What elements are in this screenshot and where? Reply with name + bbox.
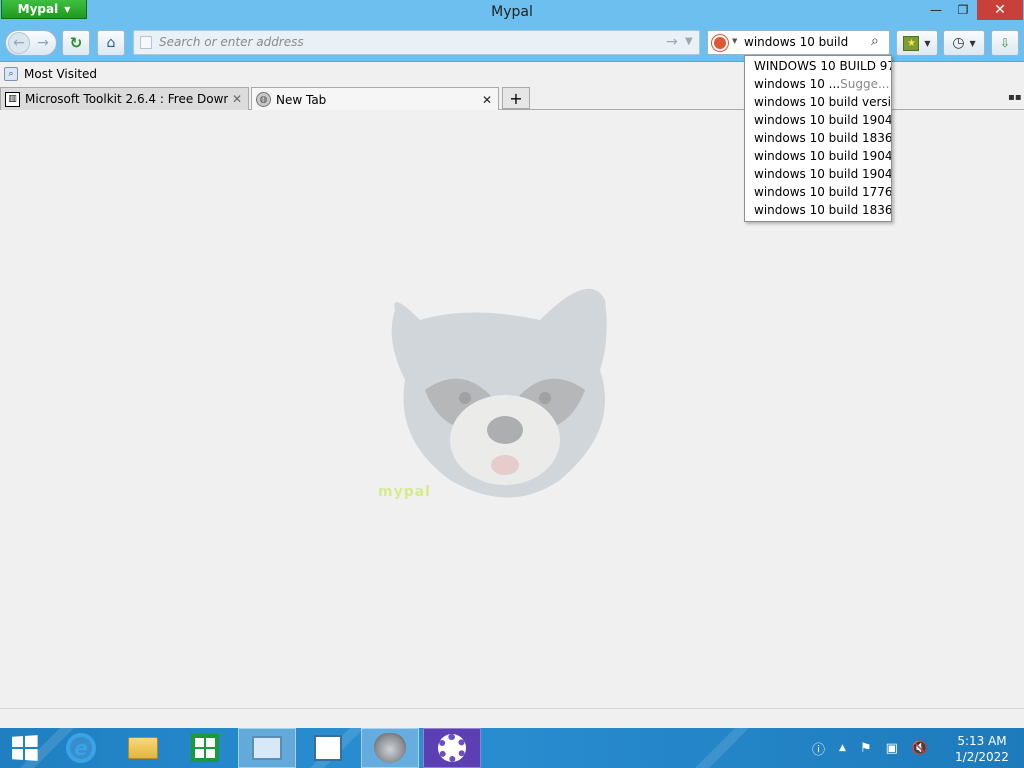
suggestion-item[interactable]: windows 10 build 18363 bbox=[745, 129, 891, 147]
search-input[interactable] bbox=[744, 35, 868, 49]
history-menu-button[interactable]: ◷ ▼ bbox=[943, 30, 985, 56]
back-forward-group: ← → bbox=[5, 30, 57, 56]
reload-icon: ↻ bbox=[69, 34, 83, 52]
bookmark-star-icon: ★ bbox=[903, 35, 920, 51]
chevron-down-icon[interactable]: ▼ bbox=[732, 37, 737, 45]
status-bar bbox=[0, 708, 1024, 728]
back-arrow-icon: ← bbox=[13, 35, 25, 51]
start-button[interactable] bbox=[0, 728, 48, 768]
downloads-button[interactable]: ⇩ bbox=[991, 30, 1019, 56]
clock-date: 1/2/2022 bbox=[955, 750, 1009, 764]
taskbar-file-explorer[interactable] bbox=[114, 728, 172, 768]
suggestion-text: windows 10 build 18362 bbox=[754, 203, 891, 217]
reload-button[interactable]: ↻ bbox=[62, 30, 90, 56]
restore-button[interactable]: ❐ bbox=[950, 0, 976, 20]
url-input[interactable] bbox=[159, 35, 659, 49]
duckduckgo-icon[interactable] bbox=[712, 35, 728, 51]
archive-icon: ▥ bbox=[5, 91, 20, 107]
close-icon: ✕ bbox=[994, 2, 1006, 18]
forward-button[interactable]: → bbox=[32, 32, 54, 54]
system-tray: ⓘ ▲ ⚑ ▣ 🔇 bbox=[812, 728, 928, 768]
internet-explorer-icon: e bbox=[66, 733, 96, 763]
url-bar: → ▼ bbox=[133, 30, 700, 55]
suggestion-item[interactable]: windows 10 build 19041 bbox=[745, 165, 891, 183]
taskbar-store[interactable] bbox=[176, 728, 234, 768]
minimize-icon: — bbox=[930, 3, 942, 17]
suggestion-text: windows 10 ... bbox=[754, 77, 841, 91]
raccoon-logo bbox=[391, 288, 607, 498]
taskbar-mypal[interactable] bbox=[361, 728, 419, 768]
search-bar: ▼ ⌕ bbox=[707, 30, 890, 55]
chevron-down-icon: ▼ bbox=[924, 38, 931, 48]
suggestion-text: WINDOWS 10 BUILD 9785 bbox=[754, 59, 891, 73]
page-icon bbox=[140, 36, 152, 49]
download-icon: ⇩ bbox=[999, 36, 1011, 50]
tab-title: New Tab bbox=[276, 92, 327, 107]
back-button[interactable]: ← bbox=[8, 32, 30, 54]
flag-icon[interactable]: ⚑ bbox=[860, 741, 872, 756]
show-hidden-icons-icon[interactable]: ▲ bbox=[839, 743, 846, 753]
plus-icon: + bbox=[509, 88, 523, 108]
network-icon[interactable]: ▣ bbox=[886, 741, 898, 756]
info-icon[interactable]: ⓘ bbox=[812, 739, 825, 758]
forward-arrow-icon: → bbox=[37, 35, 49, 51]
suggestion-text: windows 10 build versi... bbox=[754, 95, 891, 109]
volume-muted-icon[interactable]: 🔇 bbox=[912, 741, 928, 756]
taskbar-control-panel[interactable] bbox=[238, 728, 296, 768]
taskbar-settings[interactable] bbox=[423, 728, 481, 768]
suggestion-text: windows 10 build 19043 bbox=[754, 149, 891, 163]
suggestion-text: windows 10 build 19041 bbox=[754, 167, 891, 181]
suggestion-text: windows 10 build 18363 bbox=[754, 131, 891, 145]
search-suggestions-popup: WINDOWS 10 BUILD 9785 windows 10 ... Sug… bbox=[744, 55, 892, 222]
suggestion-text: windows 10 build 17763 bbox=[754, 185, 891, 199]
bookmark-label: Most Visited bbox=[24, 67, 98, 81]
url-history-dropdown-icon[interactable]: ▼ bbox=[685, 36, 693, 47]
clock-icon: ◷ bbox=[952, 35, 965, 51]
minimize-button[interactable]: — bbox=[922, 0, 950, 20]
window-title: Mypal bbox=[491, 4, 533, 20]
home-button[interactable]: ⌂ bbox=[97, 30, 125, 56]
bookmark-most-visited[interactable]: ⌕ Most Visited bbox=[4, 67, 97, 81]
logo-text: mypal bbox=[378, 484, 431, 500]
restore-icon: ❐ bbox=[957, 3, 969, 17]
go-arrow-icon[interactable]: → bbox=[666, 34, 678, 50]
suggestion-item[interactable]: windows 10 build 19042 bbox=[745, 111, 891, 129]
suggestion-item[interactable]: windows 10 build 17763 bbox=[745, 183, 891, 201]
magnifier-icon[interactable]: ⌕ bbox=[871, 33, 879, 49]
suggestion-item[interactable]: windows 10 ... Sugge... bbox=[745, 75, 891, 93]
taskbar: e ⓘ ▲ ⚑ ▣ 🔇 5:13 AM 1/2/2022 bbox=[0, 728, 1024, 768]
globe-icon: ◍ bbox=[256, 92, 271, 107]
windows-logo-icon bbox=[12, 735, 38, 761]
tab-new-tab[interactable]: ◍ New Tab ✕ bbox=[251, 87, 499, 111]
settings-gear-icon bbox=[438, 734, 466, 762]
tab-microsoft-toolkit[interactable]: ▥ Microsoft Toolkit 2.6.4 : Free Downlo.… bbox=[0, 87, 249, 110]
tab-groups-icon[interactable]: ▪▪ bbox=[1008, 92, 1022, 104]
store-icon bbox=[191, 734, 219, 762]
bookmarks-menu-button[interactable]: ★ ▼ bbox=[896, 30, 938, 56]
taskbar-decoration bbox=[695, 728, 749, 768]
close-tab-icon[interactable]: ✕ bbox=[478, 93, 496, 107]
new-tab-button[interactable]: + bbox=[502, 87, 530, 109]
suggestion-text: windows 10 build 19042 bbox=[754, 113, 891, 127]
home-icon: ⌂ bbox=[106, 35, 116, 51]
control-panel-icon bbox=[252, 736, 282, 760]
clock-time: 5:13 AM bbox=[957, 734, 1007, 748]
close-button[interactable]: ✕ bbox=[977, 0, 1023, 20]
taskbar-internet-explorer[interactable]: e bbox=[52, 728, 110, 768]
suggestion-item[interactable]: WINDOWS 10 BUILD 9785 bbox=[745, 57, 891, 75]
taskbar-reader[interactable] bbox=[299, 728, 357, 768]
search-folder-icon: ⌕ bbox=[4, 67, 18, 81]
mypal-icon bbox=[374, 733, 406, 763]
reader-icon bbox=[314, 735, 342, 761]
close-tab-icon[interactable]: ✕ bbox=[228, 92, 246, 106]
suggestion-item[interactable]: windows 10 build 18362 bbox=[745, 201, 891, 219]
suggestion-item[interactable]: windows 10 build 19043 bbox=[745, 147, 891, 165]
suggestion-item[interactable]: windows 10 build versi... bbox=[745, 93, 891, 111]
tab-title: Microsoft Toolkit 2.6.4 : Free Downlo... bbox=[25, 92, 228, 106]
title-bar: Mypal ▼ Mypal — ❐ ✕ bbox=[0, 0, 1024, 26]
file-explorer-icon bbox=[128, 737, 158, 759]
clock[interactable]: 5:13 AM 1/2/2022 bbox=[950, 733, 1014, 765]
suggestion-hint: Sugge... bbox=[840, 77, 890, 91]
chevron-down-icon: ▼ bbox=[969, 38, 976, 48]
